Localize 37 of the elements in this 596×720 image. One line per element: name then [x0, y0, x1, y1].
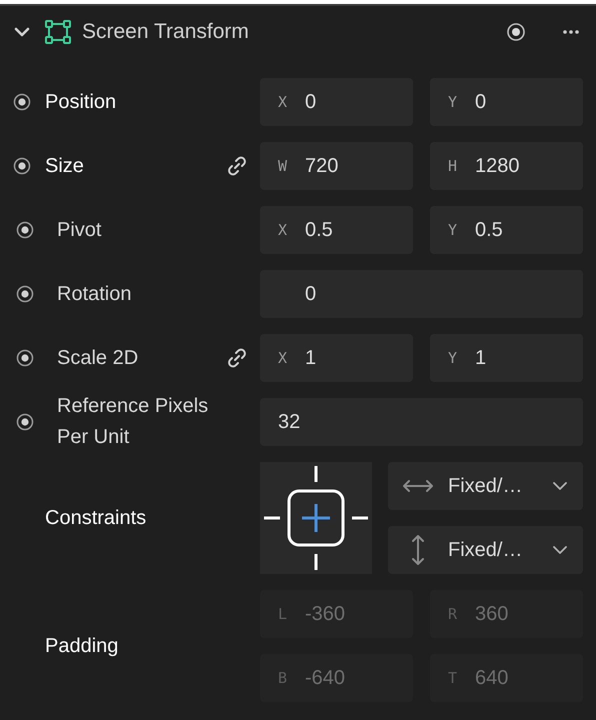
number-field[interactable]: X 0.5	[260, 206, 413, 254]
more-icon[interactable]	[562, 29, 580, 35]
property-label: Padding	[44, 634, 120, 658]
property-label: Reference Pixels Per Unit	[57, 394, 210, 450]
radio-dot-icon[interactable]	[506, 22, 526, 42]
link-icon[interactable]	[226, 347, 248, 369]
number-field[interactable]: Y 0.5	[430, 206, 583, 254]
horizontal-arrow-icon	[402, 478, 434, 494]
chevron-icon[interactable]	[14, 27, 30, 37]
number-field[interactable]: W 720	[260, 142, 413, 190]
number-field[interactable]: Y 0	[430, 78, 583, 126]
caret-icon	[553, 482, 567, 490]
property-label: Pivot	[57, 218, 102, 242]
property-label: Position	[45, 90, 118, 114]
radio-dot-icon[interactable]	[16, 221, 34, 239]
number-field[interactable]: H 1280	[430, 142, 583, 190]
constraint-dropdown[interactable]: Fixed/…	[388, 462, 583, 510]
anchor-widget[interactable]	[260, 462, 372, 574]
constraint-dropdown[interactable]: Fixed/…	[388, 526, 583, 574]
number-field[interactable]: X 0	[260, 78, 413, 126]
caret-icon	[553, 546, 567, 554]
property-label: Scale 2D	[57, 346, 140, 370]
radio-dot-icon[interactable]	[16, 285, 34, 303]
property-label: Size	[45, 154, 85, 178]
component-title: Screen Transform	[82, 20, 249, 44]
number-field[interactable]: 0	[260, 270, 583, 318]
radio-dot-icon[interactable]	[13, 93, 31, 111]
radio-dot-icon[interactable]	[16, 349, 34, 367]
radio-dot-icon[interactable]	[13, 157, 31, 175]
property-label: Constraints	[44, 506, 148, 530]
transform-icon	[44, 19, 72, 45]
property-label: Rotation	[57, 282, 132, 306]
link-icon[interactable]	[226, 155, 248, 177]
number-field[interactable]: X 1	[260, 334, 413, 382]
number-field[interactable]: Y 1	[430, 334, 583, 382]
radio-dot-icon[interactable]	[16, 413, 34, 431]
number-field[interactable]: 32	[260, 398, 583, 446]
